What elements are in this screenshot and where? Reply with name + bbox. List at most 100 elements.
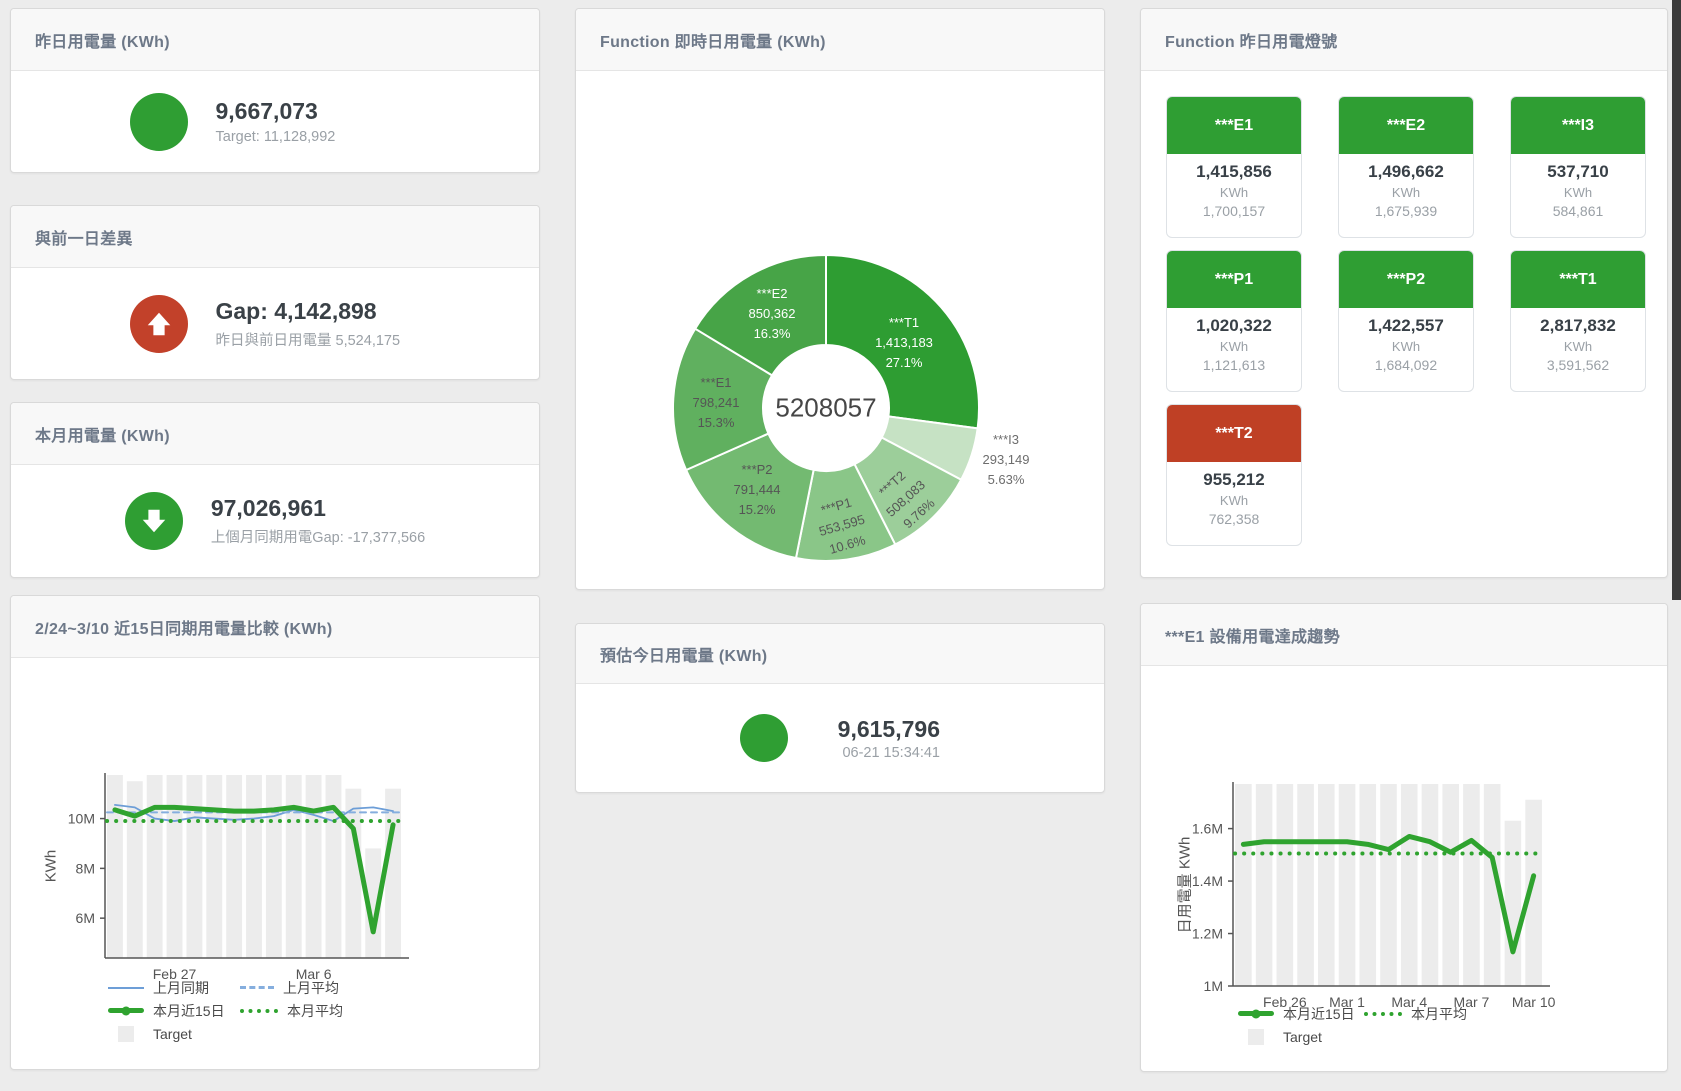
svg-text:Mar 10: Mar 10 (1512, 994, 1556, 1010)
tile-name: ***E1 (1167, 97, 1301, 154)
tile-unit: KWh (1167, 339, 1301, 354)
card-header: Function 即時日用電量 (KWh) (576, 9, 1104, 71)
donut-chart[interactable]: ***T11,413,18327.1% ***I3293,1495.63% **… (576, 71, 1104, 589)
yesterday-target: Target: 11,128,992 (216, 129, 421, 145)
svg-text:8M: 8M (76, 860, 95, 876)
card-title: 本月用電量 (KWh) (35, 422, 170, 446)
dashboard: 昨日用電量 (KWh) 9,667,073 Target: 11,128,992… (0, 0, 1681, 1091)
compare-chart-body: 10M8M6MFeb 27Mar 6 KWh 上月同期 上月平均 本月近15日 … (11, 658, 539, 1069)
card-header: Function 昨日用電燈號 (1141, 9, 1667, 71)
legend-item[interactable]: 上月平均 (240, 980, 343, 995)
card-realtime-donut: Function 即時日用電量 (KWh) ***T11,413,18327.1… (575, 8, 1105, 590)
tile-unit: KWh (1167, 493, 1301, 508)
status-tile: ***P21,422,557KWh1,684,092 (1338, 250, 1474, 392)
square-swatch-icon (118, 1026, 134, 1042)
trend-y-axis-label: 日用電量 KWh (1174, 837, 1195, 934)
scrollbar-thumb[interactable] (1672, 0, 1681, 600)
legend-item[interactable]: Target (108, 1026, 240, 1041)
card-day-gap: 與前一日差異 Gap: 4,142,898 昨日與前日用電量 5,524,175 (10, 205, 540, 380)
legend-label: 本月近15日 (1283, 1004, 1355, 1024)
tile-target: 1,684,092 (1339, 357, 1473, 373)
yesterday-value: 9,667,073 (216, 98, 421, 125)
tile-target: 584,861 (1511, 203, 1645, 219)
legend-item[interactable]: 本月平均 (1364, 1006, 1467, 1021)
status-tile-grid: ***E1 1,415,856 KWh 1,700,157 ***E2 1,496,662… (1141, 71, 1667, 546)
thick-line-swatch-icon (1238, 1011, 1274, 1016)
status-tile: ***I3537,710KWh584,861 (1510, 96, 1646, 238)
compare-y-axis-label: KWh (43, 850, 60, 883)
tile-name: ***P1 (1167, 251, 1301, 308)
card-e1-trend-chart: ***E1 設備用電達成趨勢 1.6M1.4M1.2M1MFeb 26Mar 1… (1140, 603, 1668, 1072)
card-body: 9,615,796 06-21 15:34:41 (576, 684, 1104, 792)
card-title: ***E1 設備用電達成趨勢 (1165, 623, 1340, 647)
tile-unit: KWh (1339, 185, 1473, 200)
tile-target: 3,591,562 (1511, 357, 1645, 373)
donut-label-p2: ***P2791,44415.2% (734, 460, 781, 520)
card-body: Gap: 4,142,898 昨日與前日用電量 5,524,175 (11, 268, 539, 379)
card-today-estimate: 預估今日用電量 (KWh) 9,615,796 06-21 15:34:41 (575, 623, 1105, 793)
trend-chart-body: 1.6M1.4M1.2M1MFeb 26Mar 1Mar 4Mar 7Mar 1… (1141, 666, 1667, 1071)
trend-legend: 本月近15日 本月平均 Target (1238, 1006, 1467, 1044)
card-body: 97,026,961 上個月同期用電Gap: -17,377,566 (11, 465, 539, 577)
square-swatch-icon (1248, 1029, 1264, 1045)
legend-label: Target (153, 1026, 192, 1042)
svg-text:6M: 6M (76, 910, 95, 926)
gap-value: Gap: 4,142,898 (216, 298, 421, 325)
legend-label: 本月近15日 (153, 1001, 225, 1021)
legend-item[interactable]: 上月同期 (108, 980, 240, 995)
card-yesterday-usage: 昨日用電量 (KWh) 9,667,073 Target: 11,128,992 (10, 8, 540, 173)
tile-value: 2,817,832 (1511, 316, 1645, 336)
dotted-line-swatch-icon (1364, 1012, 1402, 1016)
tile-value: 1,020,322 (1167, 316, 1301, 336)
svg-text:1.6M: 1.6M (1192, 821, 1223, 837)
status-tile: ***P11,020,322KWh1,121,613 (1166, 250, 1302, 392)
tile-value: 1,496,662 (1339, 162, 1473, 182)
status-circle-green (740, 714, 788, 762)
legend-item[interactable]: Target (1238, 1029, 1364, 1044)
card-body: 9,667,073 Target: 11,128,992 (11, 71, 539, 172)
legend-item[interactable]: 本月近15日 (108, 1003, 240, 1018)
donut-label-e2: ***E2850,36216.3% (749, 284, 796, 344)
card-title: 2/24~3/10 近15日同期用電量比較 (KWh) (35, 615, 333, 639)
card-month-usage: 本月用電量 (KWh) 97,026,961 上個月同期用電Gap: -17,3… (10, 402, 540, 578)
tile-value: 1,422,557 (1339, 316, 1473, 336)
card-title: 昨日用電量 (KWh) (35, 28, 170, 52)
lights-body: ***E1 1,415,856 KWh 1,700,157 ***E2 1,496,662… (1141, 71, 1667, 577)
legend-label: 上月平均 (283, 978, 339, 998)
dashed-line-swatch-icon (240, 986, 274, 989)
status-tile: ***T12,817,832KWh3,591,562 (1510, 250, 1646, 392)
card-title: 預估今日用電量 (KWh) (600, 642, 767, 666)
arrow-up-icon (130, 295, 188, 353)
tile-name: ***I3 (1511, 97, 1645, 154)
card-header: 昨日用電量 (KWh) (11, 9, 539, 71)
legend-label: 本月平均 (287, 1001, 343, 1021)
status-tile: ***E1 1,415,856 KWh 1,700,157 (1166, 96, 1302, 238)
status-tile: ***E21,496,662KWh1,675,939 (1338, 96, 1474, 238)
thick-line-swatch-icon (108, 1008, 144, 1013)
tile-unit: KWh (1167, 185, 1301, 200)
legend-label: Target (1283, 1029, 1322, 1045)
donut-body: ***T11,413,18327.1% ***I3293,1495.63% **… (576, 71, 1104, 589)
card-title: Function 昨日用電燈號 (1165, 28, 1337, 52)
estimate-timestamp: 06-21 15:34:41 (810, 745, 940, 761)
card-status-lights: Function 昨日用電燈號 ***E1 1,415,856 KWh 1,700,1… (1140, 8, 1668, 578)
svg-text:1.2M: 1.2M (1192, 926, 1223, 942)
month-value: 97,026,961 (211, 495, 425, 522)
estimate-value: 9,615,796 (810, 716, 940, 743)
donut-label-e1: ***E1798,24115.3% (693, 373, 740, 433)
status-circle-green (130, 93, 188, 151)
svg-text:1.4M: 1.4M (1192, 873, 1223, 889)
card-compare-chart: 2/24~3/10 近15日同期用電量比較 (KWh) 10M8M6MFeb 2… (10, 595, 540, 1070)
tile-target: 1,700,157 (1167, 203, 1301, 219)
tile-value: 955,212 (1167, 470, 1301, 490)
legend-item[interactable]: 本月平均 (240, 1003, 343, 1018)
tile-unit: KWh (1511, 339, 1645, 354)
svg-text:10M: 10M (68, 811, 95, 827)
gap-subtext: 昨日與前日用電量 5,524,175 (216, 329, 421, 350)
tile-target: 762,358 (1167, 511, 1301, 527)
donut-label-i3: ***I3293,1495.63% (983, 430, 1030, 490)
donut-label-t1: ***T11,413,18327.1% (875, 313, 933, 373)
legend-item[interactable]: 本月近15日 (1238, 1006, 1364, 1021)
tile-value: 1,415,856 (1167, 162, 1301, 182)
tile-name: ***E2 (1339, 97, 1473, 154)
